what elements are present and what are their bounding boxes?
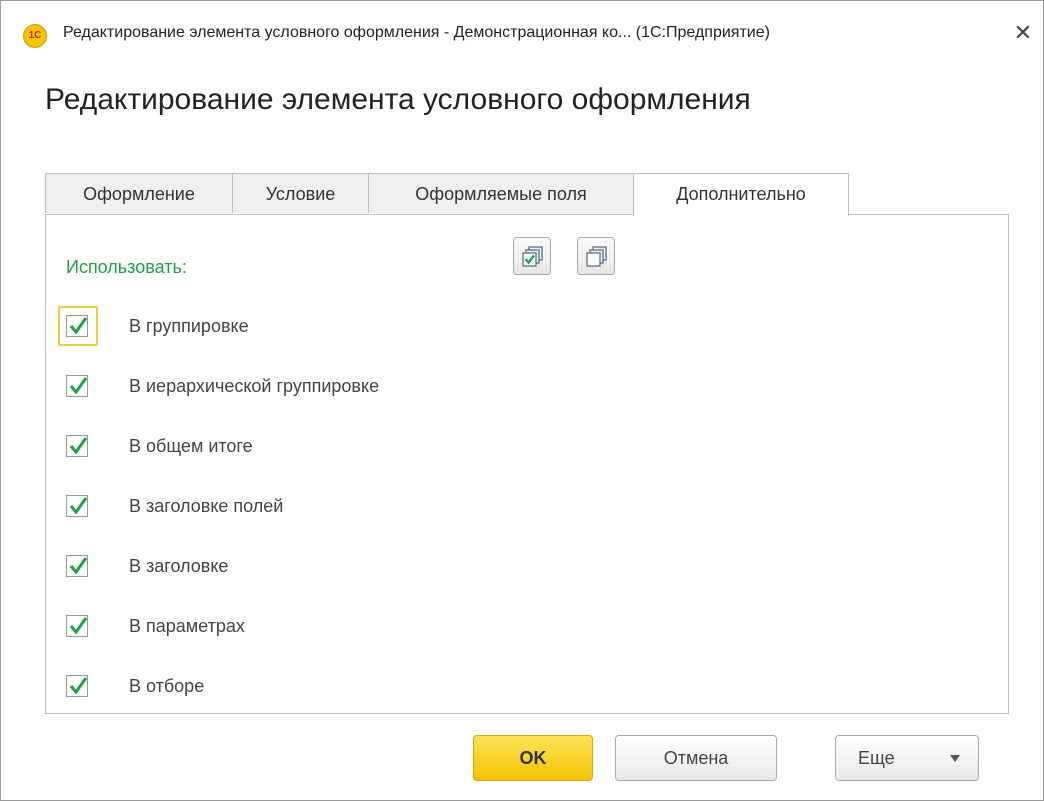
title-bar: 1С Редактирование элемента условного офо… [1,1,1043,69]
checkbox-label: В отборе [129,676,205,696]
checkbox-in-hierarchical-grouping[interactable]: В иерархической группировке [58,366,658,406]
checkbox-label: В общем итоге [129,436,253,456]
checkbox-box[interactable] [66,615,88,637]
checkbox-label: В иерархической группировке [129,376,380,396]
page-title: Редактирование элемента условного оформл… [45,83,751,116]
checkbox-in-header[interactable]: В заголовке [58,546,658,586]
checkbox-box[interactable] [66,675,88,697]
checkbox-box[interactable] [66,315,88,337]
uncheck-all-icon [586,246,607,267]
tab-appearance[interactable]: Оформление [45,173,233,213]
cancel-button[interactable]: Отмена [615,735,777,781]
tab-panel-additional: Использовать: В группировке В иерархичес… [45,214,1009,714]
checkbox-label: В заголовке полей [129,496,284,516]
dropdown-arrow-icon [950,755,960,762]
checkbox-box[interactable] [66,555,88,577]
checkbox-label: В группировке [129,316,249,336]
checkmark-icon [69,497,88,515]
check-all-button[interactable] [513,237,551,275]
more-button-label: Еще [858,748,895,768]
checkbox-label: В параметрах [129,616,245,636]
use-label: Использовать: [66,257,187,277]
uncheck-all-button[interactable] [577,237,615,275]
close-icon[interactable]: ✕ [1009,19,1037,47]
checkbox-in-field-headers[interactable]: В заголовке полей [58,486,658,526]
window-title: Редактирование элемента условного оформл… [63,24,770,41]
tab-additional[interactable]: Дополнительно [633,173,849,216]
checkmark-icon [69,437,88,455]
more-button[interactable]: Еще [835,735,979,781]
checkmark-icon [69,677,88,695]
app-logo-icon: 1С [23,24,47,48]
checkmark-icon [69,317,88,335]
checkmark-icon [69,617,88,635]
checkbox-in-parameters[interactable]: В параметрах [58,606,658,646]
tab-condition[interactable]: Условие [232,173,369,213]
dialog-window: 1С Редактирование элемента условного офо… [0,0,1044,801]
checkbox-in-filter[interactable]: В отборе [58,666,658,706]
tab-formatted-fields[interactable]: Оформляемые поля [368,173,634,213]
check-all-icon [522,246,543,267]
checkbox-box[interactable] [66,495,88,517]
checkmark-icon [69,557,88,575]
checkbox-box[interactable] [66,435,88,457]
checkbox-label: В заголовке [129,556,229,576]
checkbox-in-grand-total[interactable]: В общем итоге [58,426,658,466]
checkmark-icon [69,377,88,395]
checkbox-box[interactable] [66,375,88,397]
checkbox-in-grouping[interactable]: В группировке [58,306,658,346]
ok-button[interactable]: OK [473,735,593,781]
